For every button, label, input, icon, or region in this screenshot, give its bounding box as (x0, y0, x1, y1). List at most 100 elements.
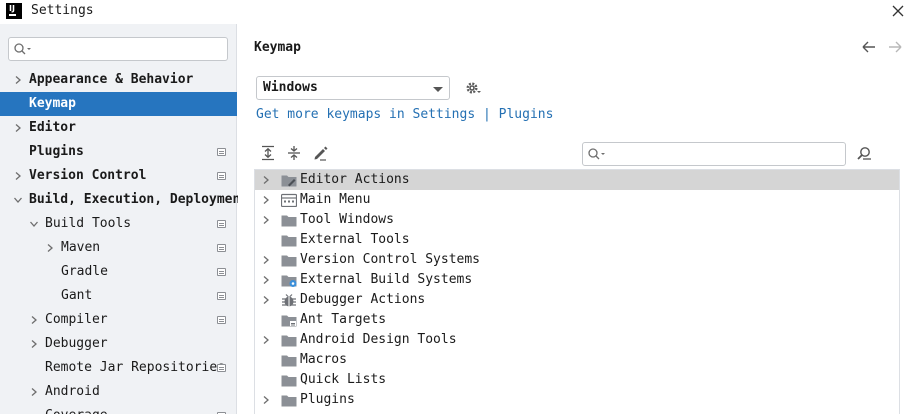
folder-icon (281, 235, 297, 247)
sidebar-item[interactable]: Keymap (0, 92, 237, 116)
chevron-right-icon[interactable] (29, 339, 39, 349)
settings-link[interactable]: Get more keymaps in Settings (256, 107, 475, 122)
action-row[interactable]: Macros (255, 350, 899, 370)
sidebar-item-label: Editor (29, 120, 76, 135)
folder-icon (281, 355, 297, 367)
sidebar-item[interactable]: Gradle (0, 260, 237, 284)
back-arrow-icon[interactable] (861, 39, 877, 55)
sidebar-item[interactable]: Appearance & Behavior (0, 68, 237, 92)
keymap-panel: Keymap Windows Get more keymaps in Setti… (238, 24, 916, 414)
chevron-right-icon[interactable] (261, 195, 271, 205)
action-label: External Build Systems (300, 272, 473, 287)
collapse-all-icon[interactable] (286, 145, 302, 161)
sidebar-item[interactable]: Coverage (0, 404, 237, 414)
action-label: Editor Actions (300, 172, 410, 187)
action-row[interactable]: Tool Windows (255, 210, 899, 230)
title-bar: IJ Settings (0, 0, 916, 24)
sidebar-item[interactable]: Version Control (0, 164, 237, 188)
sidebar-item-label: Coverage (45, 404, 108, 414)
chevron-right-icon[interactable] (261, 295, 271, 305)
action-row[interactable]: Plugins (255, 390, 899, 410)
sidebar-item[interactable]: Plugins (0, 140, 237, 164)
sidebar-item-label: Remote Jar Repositories (45, 360, 226, 375)
settings-search-input[interactable] (8, 37, 228, 61)
sidebar-item[interactable]: Gant (0, 284, 237, 308)
chevron-right-icon[interactable] (45, 243, 55, 253)
gear-icon[interactable] (465, 80, 481, 96)
sidebar-item[interactable]: Compiler (0, 308, 237, 332)
build-folder-icon (281, 275, 297, 287)
project-level-icon (217, 316, 226, 324)
page-title: Keymap (254, 40, 301, 55)
expand-all-icon[interactable] (260, 145, 276, 161)
action-row[interactable]: Android Design Tools (255, 330, 899, 350)
intellij-logo-icon: IJ (6, 3, 22, 19)
chevron-right-icon[interactable] (261, 335, 271, 345)
sidebar-item-label: Keymap (29, 96, 76, 111)
folder-icon (281, 215, 297, 227)
chevron-right-icon[interactable] (29, 387, 39, 397)
action-row[interactable]: Quick Lists (255, 370, 899, 390)
search-icon (14, 43, 31, 55)
chevron-right-icon[interactable] (29, 315, 39, 325)
sidebar-item[interactable]: Android (0, 380, 237, 404)
chevron-right-icon[interactable] (261, 255, 271, 265)
menu-icon (281, 193, 297, 207)
forward-arrow-icon[interactable] (887, 39, 903, 55)
sidebar-item-label: Build, Execution, Deployment (29, 192, 249, 207)
chevron-right-icon[interactable] (261, 215, 271, 225)
action-label: Plugins (300, 392, 355, 407)
folder-icon (281, 375, 297, 387)
chevron-right-icon[interactable] (13, 75, 23, 85)
edit-shortcut-icon[interactable] (312, 145, 328, 161)
sidebar-item[interactable]: Remote Jar Repositories (0, 356, 237, 380)
folder-icon (281, 335, 297, 347)
more-keymaps-link-row: Get more keymaps in Settings | Plugins (256, 107, 553, 122)
keymap-dropdown[interactable]: Windows (256, 76, 450, 100)
logo-text: IJ (9, 4, 15, 13)
sidebar-item-label: Compiler (45, 312, 108, 327)
ant-folder-icon (281, 315, 297, 327)
project-level-icon (217, 268, 226, 276)
find-by-shortcut-icon[interactable] (856, 146, 872, 162)
bug-icon (282, 294, 296, 307)
project-level-icon (217, 292, 226, 300)
chevron-right-icon[interactable] (261, 395, 271, 405)
action-row[interactable]: Ant Targets (255, 310, 899, 330)
keymap-actions-tree: Editor Actions Main Menu Tool Windows Exter… (254, 169, 900, 414)
chevron-down-icon[interactable] (13, 195, 23, 205)
plugins-link[interactable]: Plugins (499, 107, 554, 122)
folder-icon (281, 395, 297, 407)
window-title: Settings (31, 3, 94, 18)
chevron-right-icon[interactable] (261, 275, 271, 285)
chevron-right-icon[interactable] (13, 171, 23, 181)
action-row[interactable]: Debugger Actions (255, 290, 899, 310)
project-level-icon (217, 220, 226, 228)
action-row[interactable]: External Build Systems (255, 270, 899, 290)
editor-folder-icon (281, 175, 297, 187)
chevron-right-icon[interactable] (261, 175, 271, 185)
action-label: Macros (300, 352, 347, 367)
keymap-value: Windows (263, 80, 318, 95)
sidebar-item-label: Plugins (29, 144, 84, 159)
sidebar-item[interactable]: Build Tools (0, 212, 237, 236)
sidebar-item[interactable]: Editor (0, 116, 237, 140)
sidebar-item-label: Android (45, 384, 100, 399)
sidebar-item-label: Appearance & Behavior (29, 72, 194, 87)
action-filter-input[interactable] (582, 142, 846, 166)
action-label: External Tools (300, 232, 410, 247)
chevron-right-icon[interactable] (13, 123, 23, 133)
sidebar-item[interactable]: Build, Execution, Deployment (0, 188, 248, 212)
chevron-down-icon[interactable] (29, 219, 39, 229)
close-icon[interactable] (889, 2, 907, 20)
action-label: Main Menu (300, 192, 371, 207)
action-row[interactable]: Main Menu (255, 190, 899, 210)
action-row[interactable]: Editor Actions (255, 170, 899, 190)
action-row[interactable]: Version Control Systems (255, 250, 899, 270)
action-row[interactable]: External Tools (255, 230, 899, 250)
sidebar-item[interactable]: Debugger (0, 332, 237, 356)
project-level-icon (217, 148, 226, 156)
sidebar-item[interactable]: Maven (0, 236, 237, 260)
action-label: Tool Windows (300, 212, 394, 227)
sidebar-item-label: Gradle (61, 264, 108, 279)
